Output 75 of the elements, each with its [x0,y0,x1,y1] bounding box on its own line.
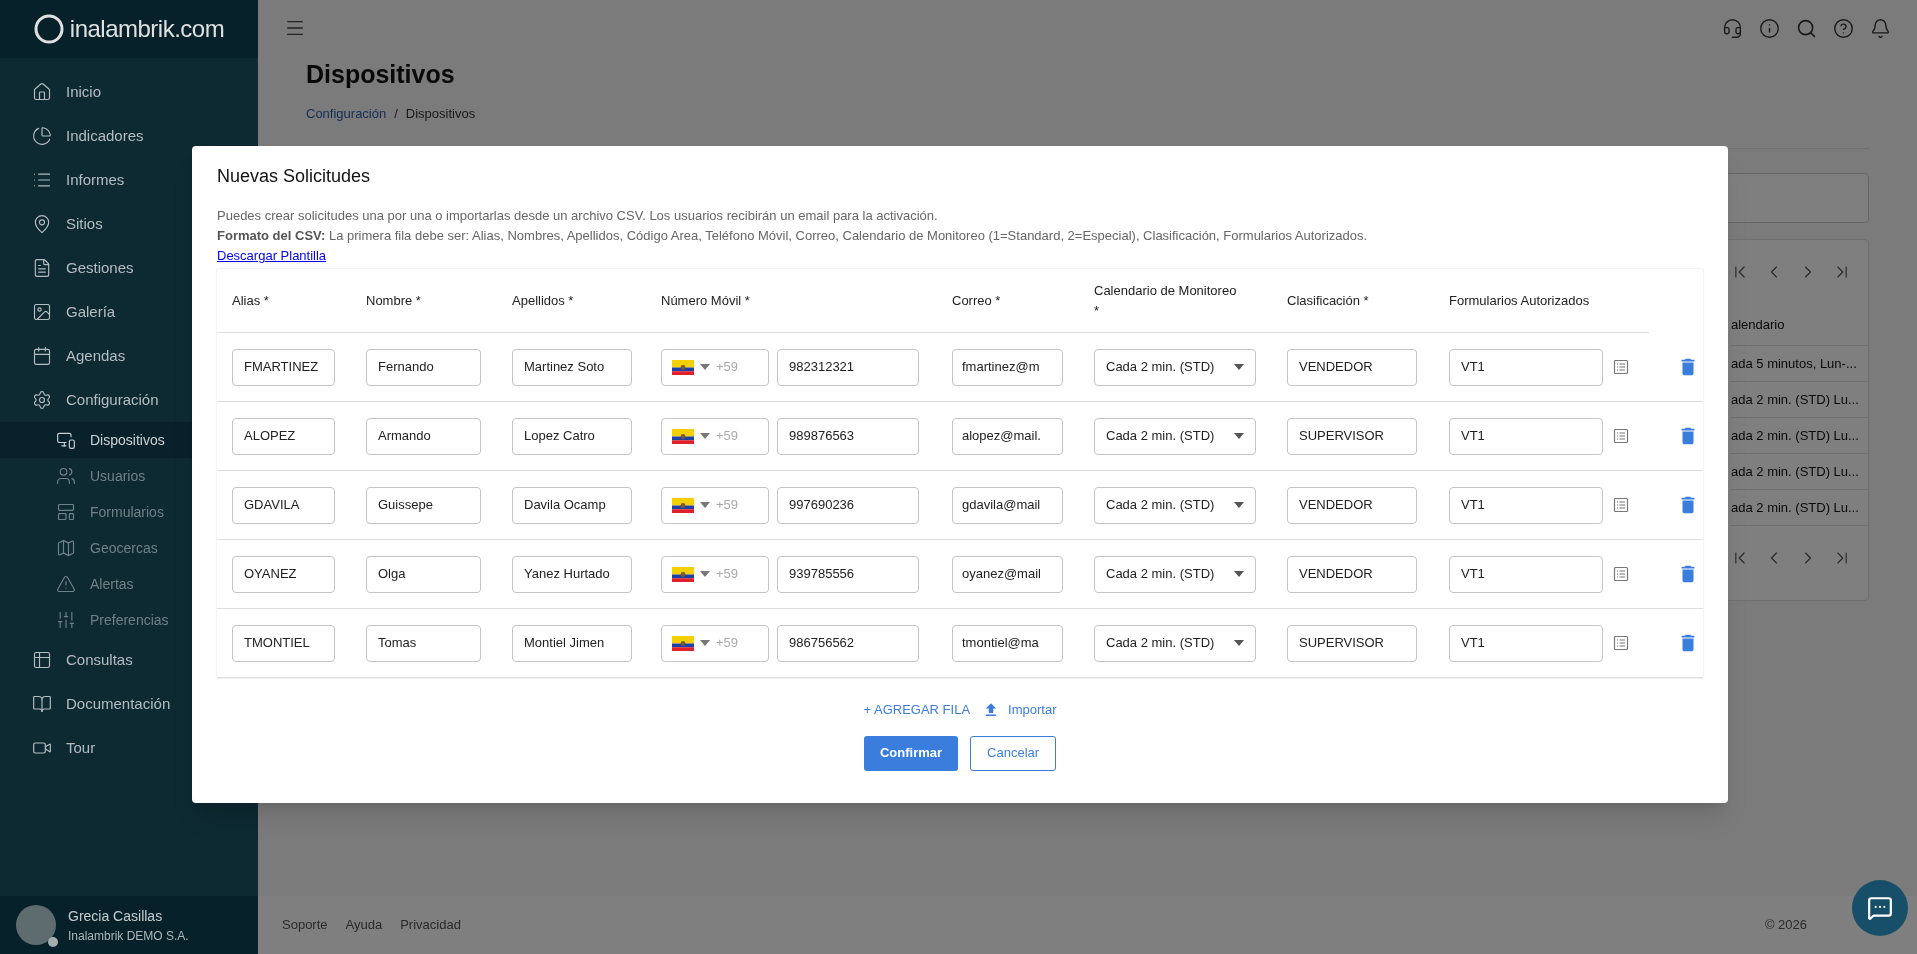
alias-field[interactable]: FMARTINEZ [232,348,335,386]
user-company: Inalambrik DEMO S.A. [68,927,189,945]
alias-field[interactable]: GDAVILA [232,486,335,524]
csv-format-description: Formato del CSV: La primera fila debe ser: Alias, Nombres, Apellidos, Código Area, Teléfono Móvil, Correo, Calendario de Monitoreo (1=Standard, 2=Especial), Clasificación, Formularios Autorizados. [217,227,1369,245]
forms-field[interactable]: VT1 [1449,486,1603,524]
alias-field[interactable]: TMONTIEL [232,624,335,662]
name-field[interactable]: Armando [366,417,481,455]
column-header: Número Móvil * [661,291,751,310]
forms-field[interactable]: VT1 [1449,555,1603,593]
name-field[interactable]: Fernando [366,348,481,386]
name-field[interactable]: Guissepe [366,486,481,524]
schedule-select[interactable]: Cada 2 min. (STD) [1094,486,1256,524]
schedule-select[interactable]: Cada 2 min. (STD) [1094,348,1256,386]
classification-field[interactable]: VENDEDOR [1287,486,1417,524]
sidebar-item[interactable]: Indicadores [0,114,258,158]
copyright: © 2026 [1764,916,1807,935]
surname-field[interactable]: Lopez Catro [512,417,632,455]
column-header: alendario [1731,315,1785,334]
footer-link[interactable]: Ayuda [345,915,383,935]
phone-field[interactable]: 986756562 [777,624,919,662]
table-cell-text: ada 2 min. (STD) Lu... [1731,426,1859,445]
classification-field[interactable]: VENDEDOR [1287,348,1417,386]
classification-field[interactable]: SUPERVISOR [1287,624,1417,662]
column-header: Clasificación * [1287,291,1370,310]
email-field[interactable]: alopez@mail. [952,417,1063,455]
schedule-select[interactable]: Cada 2 min. (STD) [1094,555,1256,593]
table-cell-text: ada 2 min. (STD) Lu... [1731,390,1859,409]
schedule-select[interactable]: Cada 2 min. (STD) [1094,417,1256,455]
name-field[interactable]: Tomas [366,624,481,662]
alias-field[interactable]: ALOPEZ [232,417,335,455]
surname-field[interactable]: Montiel Jimen [512,624,632,662]
surname-field[interactable]: Davila Ocamp [512,486,632,524]
footer-link[interactable]: Soporte [282,915,328,935]
email-field[interactable]: gdavila@mail [952,486,1063,524]
table-cell-text: ada 5 minutos, Lun-... [1731,354,1857,373]
email-field[interactable]: fmartinez@m [952,348,1063,386]
column-header: Alias * [232,291,270,310]
breadcrumb-current: Dispositivos [405,104,476,123]
cancel-button[interactable]: Cancelar [970,735,1057,771]
sidebar-item[interactable]: Tour [0,726,258,770]
alias-field[interactable]: OYANEZ [232,555,335,593]
column-header: Apellidos * [512,291,575,310]
phone-field[interactable]: 989876563 [777,417,919,455]
phone-field[interactable]: 997690236 [777,486,919,524]
add-row-link[interactable]: + AGREGAR FILA [863,700,971,720]
surname-field[interactable]: Yanez Hurtado [512,555,632,593]
table-cell-text: ada 2 min. (STD) Lu... [1731,498,1859,517]
column-header: Formularios Autorizados [1449,291,1591,310]
classification-field[interactable]: VENDEDOR [1287,555,1417,593]
download-template-link[interactable]: Descargar Plantilla [217,246,327,266]
breadcrumb-separator: / [394,104,398,123]
dialog-title: Nuevas Solicitudes [217,165,372,188]
phone-field[interactable]: 939785556 [777,555,919,593]
classification-field[interactable]: SUPERVISOR [1287,417,1417,455]
column-header: Nombre * [366,291,422,310]
surname-field[interactable]: Martinez Soto [512,348,632,386]
forms-field[interactable]: VT1 [1449,348,1603,386]
email-field[interactable]: tmontiel@ma [952,624,1063,662]
confirm-button[interactable]: Confirmar [863,735,959,771]
schedule-select[interactable]: Cada 2 min. (STD) [1094,624,1256,662]
sidebar-item[interactable]: Documentación [0,682,258,726]
forms-field[interactable]: VT1 [1449,417,1603,455]
forms-field[interactable]: VT1 [1449,624,1603,662]
table-cell-text: ada 2 min. (STD) Lu... [1731,462,1859,481]
email-field[interactable]: oyanez@mail [952,555,1063,593]
page-title: Dispositivos [306,59,456,90]
column-header: Calendario de Monitoreo * [1094,281,1238,320]
column-header: Correo * [952,291,1002,310]
footer-link[interactable]: Privacidad [400,915,461,935]
import-link[interactable]: Importar [1008,700,1057,720]
user-name: Grecia Casillas [68,906,164,926]
name-field[interactable]: Olga [366,555,481,593]
phone-field[interactable]: 982312321 [777,348,919,386]
sidebar-item[interactable]: Inicio [0,70,258,114]
dialog-description: Puedes crear solicitudes una por una o importarlas desde un archivo CSV. Los usuarios recibirán un email para la activación. [217,207,939,225]
